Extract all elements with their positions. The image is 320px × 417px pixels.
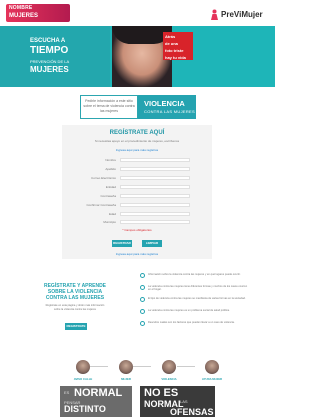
step-circle-icon — [140, 273, 145, 278]
tile-left-line1: ES — [64, 390, 70, 395]
list-item: La violencia contra las mujeres tiene di… — [140, 285, 248, 295]
step-text: Información sobre la violencia contra la… — [148, 273, 241, 276]
campaign-tile-right[interactable]: NO ES NORMAL LAS OFENSAS — [140, 386, 215, 417]
info-banner[interactable]: Pedirle información a este sitio sobre e… — [80, 95, 196, 119]
step-text: La violencia contra las mujeres es un pr… — [148, 309, 230, 312]
hero-text-3: PREVENCIÓN DE LA — [30, 59, 70, 64]
field-label-password: Contraseña — [100, 194, 116, 198]
learn-title-line3: CONTRA LAS MUJERES — [45, 295, 105, 301]
logo-line1: NOMBRE — [9, 5, 33, 11]
field-label-nombre: Nombre — [105, 158, 116, 162]
field-label-municipio: Municipio — [103, 220, 116, 224]
edad-input[interactable] — [120, 212, 190, 216]
violence-subtitle: CONTRA LAS MUJERES — [144, 109, 195, 114]
tile-right-line3: LAS — [180, 399, 188, 404]
clear-button[interactable]: LIMPIAR — [142, 240, 162, 247]
portrait-avatar[interactable] — [76, 360, 90, 374]
info-text: Pedirle información a este sitio sobre e… — [83, 99, 135, 113]
learn-section: REGÍSTRATE Y APRENDE SOBRE LA VIOLENCIA … — [40, 283, 110, 353]
learn-register-label: REGISTRATE — [66, 324, 86, 328]
hero-left-panel — [0, 26, 110, 87]
portrait-avatar[interactable] — [162, 360, 176, 374]
tile-left-line4: DISTINTO — [64, 404, 106, 414]
steps-list: Información sobre la violencia contra la… — [140, 273, 248, 343]
learn-register-button[interactable]: REGISTRATE — [65, 323, 87, 330]
portrait-label: MUJER — [121, 377, 131, 381]
portrait-label: VIOLENCIA — [161, 377, 177, 381]
step-text: Descubre cuáles son los factores que pue… — [148, 321, 235, 324]
list-item: Información sobre la violencia contra la… — [140, 273, 248, 283]
portrait-connector — [133, 366, 151, 367]
register-button[interactable]: REGISTRAR — [112, 240, 132, 247]
list-item: La violencia contra las mujeres es un pr… — [140, 309, 248, 319]
carousel-dots[interactable] — [128, 90, 148, 103]
password-input[interactable] — [120, 194, 190, 198]
hero-red-line1: Atrás — [165, 34, 176, 39]
field-label-confirm-password: Confirmar Contraseña — [86, 203, 116, 207]
email-input[interactable] — [120, 176, 190, 180]
nombre-input[interactable] — [120, 158, 190, 162]
municipio-select[interactable] — [120, 220, 190, 224]
step-circle-icon — [140, 285, 145, 290]
tile-right-line1: NO ES — [144, 387, 179, 399]
portrait-connector — [90, 366, 108, 367]
entidad-select[interactable] — [120, 185, 190, 189]
registration-form: REGÍSTRATE AQUÍ Si necesitas apoyo en el… — [62, 125, 212, 259]
hero-banner[interactable]: ESCUCHA A TIEMPO PREVENCIÓN DE LA MUJERE… — [0, 26, 275, 87]
field-label-apellido: Apellido — [105, 167, 116, 171]
tile-left-line2: NORMAL — [74, 387, 123, 399]
field-label-edad: Edad — [108, 212, 116, 216]
tile-right-line4: OFENSAS — [170, 407, 214, 417]
hero-red-line4: hay tu vida — [165, 55, 186, 60]
hero-text-2: TIEMPO — [30, 45, 69, 56]
portrait-avatar[interactable] — [119, 360, 133, 374]
portrait-label: AVISO CALLE — [73, 377, 93, 381]
list-item: El tipo de violencia contra las mujeres … — [140, 297, 248, 307]
portrait-connector — [177, 366, 195, 367]
field-label-email: Correo Electrónico — [91, 176, 116, 180]
list-item: Descubre cuáles son los factores que pue… — [140, 321, 248, 331]
campaign-tile-left[interactable]: ES NORMAL PENSAR DISTINTO — [60, 386, 132, 417]
hero-text-1: ESCUCHA A — [30, 38, 66, 44]
logo-line2: MUJERES — [9, 13, 39, 19]
woman-icon — [211, 9, 218, 20]
field-label-entidad: Entidad — [105, 185, 116, 189]
learn-description: Regístrate en esta página y obtén más in… — [45, 304, 105, 311]
step-circle-icon — [140, 321, 145, 326]
confirm-password-input[interactable] — [120, 203, 190, 207]
portrait-label: AYUDA MUJER — [201, 377, 223, 381]
form-title: REGÍSTRATE AQUÍ — [109, 130, 165, 136]
logo-right-text: PreViMujer — [221, 10, 263, 19]
hero-red-line3: foto triste — [165, 48, 184, 53]
portrait-avatar[interactable] — [205, 360, 219, 374]
step-circle-icon — [140, 297, 145, 302]
hero-text-5: MUJERES — [30, 65, 69, 74]
step-text: El tipo de violencia contra las mujeres … — [148, 297, 246, 300]
register-button-label: REGISTRAR — [113, 241, 131, 245]
form-description: Si necesitas apoyo en el procedimiento d… — [94, 139, 180, 143]
hero-red-line2: de una — [165, 41, 178, 46]
required-fields-note: * Campos obligatorios — [122, 228, 152, 232]
step-circle-icon — [140, 309, 145, 314]
site-logo[interactable]: NOMBRE MUJERES — [6, 4, 70, 22]
violence-title: VIOLENCIA — [144, 99, 185, 108]
form-link[interactable]: Ingresa aquí para más registros — [62, 148, 212, 152]
clear-button-label: LIMPIAR — [145, 241, 159, 245]
header: NOMBRE MUJERES PreViMujer — [0, 0, 275, 26]
form-link-bottom[interactable]: Ingresa aquí para más registros — [62, 252, 212, 256]
previmujer-logo[interactable]: PreViMujer — [210, 8, 263, 22]
apellido-input[interactable] — [120, 167, 190, 171]
step-text: La violencia contra las mujeres tiene di… — [148, 285, 248, 292]
